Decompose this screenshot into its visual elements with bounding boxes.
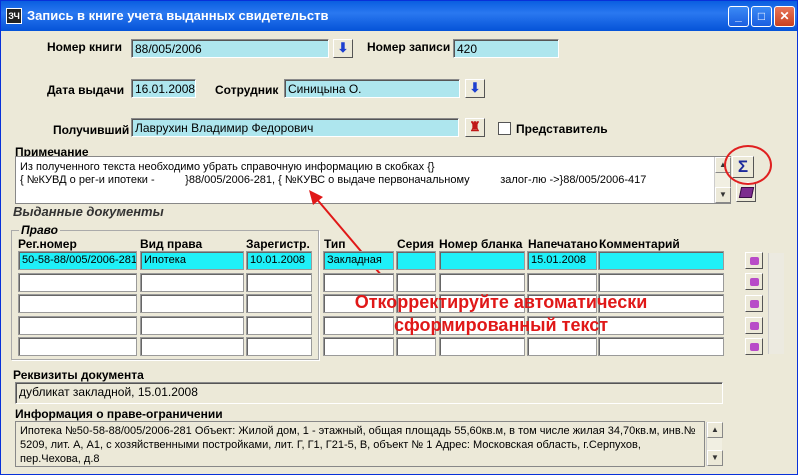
issued-docs-title: Выданные документы [13, 204, 164, 219]
row-action-icon[interactable] [745, 338, 763, 355]
app-icon: ЗЧ [6, 8, 22, 24]
cell-printed[interactable] [527, 272, 597, 292]
row-action-icon[interactable] [745, 252, 763, 269]
scroll-up-icon[interactable]: ▲ [707, 422, 723, 438]
cell-registered[interactable] [246, 337, 312, 356]
representative-label: Представитель [516, 122, 608, 136]
note-line-2: { №КУВД о рег-и ипотеки - }88/005/2006-2… [20, 174, 647, 186]
doc-details-field[interactable]: дубликат закладной, 15.01.2008 [15, 382, 723, 404]
cell-series[interactable] [396, 251, 436, 270]
col-header-series: Серия [397, 237, 435, 251]
doc-details-label: Реквизиты документа [13, 368, 144, 382]
cell-reg-no[interactable] [18, 315, 137, 335]
callout-line-1: Откорректируйте автоматически [354, 292, 648, 312]
col-header-comment: Комментарий [599, 237, 680, 251]
row-action-icon[interactable] [745, 317, 763, 334]
title-bar: ЗЧ Запись в книге учета выданных свидете… [1, 1, 797, 31]
col-header-printed: Напечатано [528, 237, 598, 251]
info-scrollbar[interactable]: ▲ ▼ [706, 422, 723, 466]
callout-line-2: сформированный текст [393, 315, 609, 335]
cell-type[interactable]: Закладная [323, 251, 394, 270]
cell-registered[interactable] [246, 294, 312, 313]
record-number-field[interactable]: 420 [453, 39, 559, 58]
cell-reg-no[interactable] [18, 272, 137, 292]
grid-scrollbar[interactable] [768, 253, 784, 354]
cell-right-type[interactable] [140, 337, 244, 356]
cell-reg-no[interactable]: 50-58-88/005/2006-281 [18, 251, 137, 270]
cell-right-type[interactable]: Ипотека [140, 251, 244, 270]
right-info-label: Информация о праве-ограничении [15, 407, 223, 421]
book-number-field[interactable]: 88/005/2006 [131, 39, 329, 58]
cell-registered[interactable] [246, 315, 312, 335]
col-header-reg-no: Рег.номер [18, 237, 77, 251]
cell-comment[interactable] [598, 272, 724, 292]
row-action-icon[interactable] [745, 273, 763, 290]
book-icon[interactable] [736, 182, 756, 202]
book-number-label: Номер книги [47, 40, 123, 54]
window-title: Запись в книге учета выданных свидетельс… [27, 8, 329, 23]
recipient-field[interactable]: Лаврухин Владимир Федорович [131, 118, 459, 137]
right-group-label: Право [19, 223, 60, 237]
cell-blank-no[interactable] [439, 272, 525, 292]
cell-printed[interactable] [527, 337, 597, 356]
cell-reg-no[interactable] [18, 294, 137, 313]
maximize-button[interactable]: □ [751, 6, 772, 27]
issue-date-field[interactable]: 16.01.2008 [131, 79, 196, 98]
employee-field[interactable]: Синицына О. [284, 79, 460, 98]
recipient-label: Получивший [53, 123, 130, 137]
record-number-label: Номер записи [367, 40, 451, 54]
right-info-textarea[interactable]: Ипотека №50-58-88/005/2006-281 Объект: Ж… [15, 421, 705, 467]
minimize-button[interactable]: _ [728, 6, 749, 27]
cell-right-type[interactable] [140, 294, 244, 313]
cell-comment[interactable] [598, 337, 724, 356]
note-line-1: Из полученного текста необходимо убрать … [20, 161, 435, 173]
employee-dropdown-icon[interactable]: ⬇ [465, 79, 485, 98]
employee-label: Сотрудник [215, 83, 279, 97]
recipient-lookup-icon[interactable]: ♜ [465, 118, 485, 137]
col-header-blank-no: Номер бланка [439, 237, 523, 251]
col-header-registered: Зарегистр. [246, 237, 310, 251]
cell-registered[interactable] [246, 272, 312, 292]
row-action-icon[interactable] [745, 295, 763, 312]
cell-blank-no[interactable] [439, 337, 525, 356]
cell-registered[interactable]: 10.01.2008 [246, 251, 312, 270]
app-window: ЗЧ Запись в книге учета выданных свидете… [0, 0, 798, 475]
cell-printed[interactable]: 15.01.2008 [527, 251, 597, 270]
cell-series[interactable] [396, 272, 436, 292]
book-number-dropdown-icon[interactable]: ⬇ [333, 39, 353, 58]
cell-right-type[interactable] [140, 315, 244, 335]
issue-date-label: Дата выдачи [47, 83, 125, 97]
col-header-right-type: Вид права [140, 237, 203, 251]
close-button[interactable]: ✕ [774, 6, 795, 27]
cell-comment[interactable] [598, 251, 724, 270]
scroll-down-icon[interactable]: ▼ [707, 450, 723, 466]
scroll-down-icon[interactable]: ▼ [715, 187, 731, 203]
cell-type[interactable] [323, 337, 394, 356]
cell-reg-no[interactable] [18, 337, 137, 356]
cell-blank-no[interactable] [439, 251, 525, 270]
correction-callout: Откорректируйте автоматически сформирова… [316, 291, 686, 337]
cell-type[interactable] [323, 272, 394, 292]
highlight-circle [724, 145, 772, 185]
representative-checkbox[interactable] [498, 122, 511, 135]
col-header-type: Тип [324, 237, 346, 251]
cell-series[interactable] [396, 337, 436, 356]
cell-right-type[interactable] [140, 272, 244, 292]
